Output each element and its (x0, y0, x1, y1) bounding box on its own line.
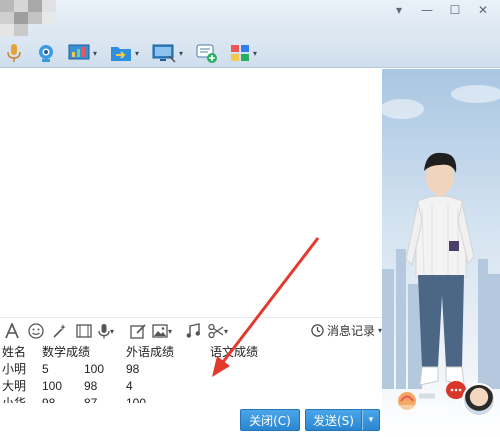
chat-add-icon (196, 44, 217, 63)
font-icon (5, 323, 19, 339)
format-toolbar: ▾ ▾ ▾ 消息记录 ▾ (0, 317, 382, 343)
window-dropdown-button[interactable]: ▾ (390, 2, 408, 18)
table-cell: 大明 (2, 379, 27, 393)
table-row: 小明 5 100 98 (0, 360, 290, 377)
table-cell: 98 87 (42, 394, 126, 404)
message-history-area[interactable] (0, 69, 382, 317)
table-header-row: 姓名 数学成绩 外语成绩 语文成绩 (0, 343, 290, 360)
font-button[interactable] (5, 321, 19, 341)
typing-dots (450, 388, 462, 392)
self-avatar[interactable] (462, 383, 496, 417)
minimize-button[interactable]: — (418, 2, 436, 18)
header-cell: 数学成绩 (42, 345, 91, 359)
screen-share-dropdown-icon[interactable]: ▾ (93, 49, 97, 58)
screenshot-button[interactable]: ▾ (208, 321, 228, 341)
apps-button[interactable]: ▾ (230, 42, 257, 64)
message-history-button[interactable]: 消息记录 ▾ (311, 322, 382, 339)
table-cell: 5 100 (42, 360, 126, 377)
video-clip-button[interactable] (76, 321, 92, 341)
emoji-icon (28, 323, 44, 339)
contact-show-panel (382, 69, 500, 437)
scissors-icon (208, 323, 224, 339)
table-row: 大明 100 98 4 (0, 377, 290, 394)
close-chat-button[interactable]: 关闭(C) (240, 409, 300, 431)
screen-share-button[interactable]: ▾ (68, 42, 97, 64)
voice-message-button[interactable]: ▾ (98, 321, 114, 341)
apps-dropdown-icon[interactable]: ▾ (253, 49, 257, 58)
apps-icon (231, 45, 249, 61)
table-cell: 小华 (2, 396, 27, 403)
close-window-button[interactable]: ✕ (474, 2, 492, 18)
message-history-dropdown-icon: ▾ (378, 326, 383, 335)
file-transfer-dropdown-icon[interactable]: ▾ (135, 49, 139, 58)
table-cell (210, 394, 290, 403)
chat-toolbar: ▾ ▾ ▾ ▾ (0, 38, 500, 68)
table-cell: 100 (42, 378, 63, 393)
magic-expression-button[interactable] (52, 321, 68, 341)
file-transfer-button[interactable]: ▾ (110, 42, 139, 64)
send-options-dropdown[interactable]: ▾ (362, 409, 380, 431)
table-cell: 100 (84, 361, 105, 376)
image-icon (152, 324, 168, 338)
remote-desktop-icon (152, 44, 176, 63)
character-illustration (382, 85, 500, 389)
video-call-button[interactable] (36, 42, 56, 64)
table-row: 小华 98 87 100 (0, 394, 290, 404)
table-cell: 87 (84, 395, 98, 404)
table-cell: 小明 (2, 362, 27, 376)
folder-transfer-icon (111, 47, 131, 61)
table-cell (210, 360, 290, 377)
microphone-icon (7, 44, 21, 62)
header-cell: 姓名 (2, 345, 27, 359)
music-button[interactable] (186, 321, 200, 341)
send-image-button[interactable]: ▾ (152, 321, 172, 341)
table-cell: 5 (42, 361, 49, 376)
remote-desktop-button[interactable]: ▾ (152, 42, 183, 64)
send-image-dropdown-icon[interactable]: ▾ (168, 327, 172, 336)
title-bar: ▾ — ☐ ✕ (0, 0, 500, 38)
voice-message-icon (98, 324, 110, 339)
send-button[interactable]: 发送(S) (305, 409, 362, 431)
clock-icon (311, 324, 324, 337)
table-cell: 98 (84, 378, 98, 393)
voice-message-dropdown-icon[interactable]: ▾ (110, 327, 114, 336)
remote-desktop-dropdown-icon[interactable]: ▾ (179, 49, 183, 58)
table-cell: 98 (42, 395, 56, 404)
webcam-icon (39, 45, 53, 62)
table-cell: 98 (126, 361, 140, 376)
table-cell: 100 (126, 395, 147, 404)
header-cell: 语文成绩 (210, 345, 259, 359)
music-icon (186, 323, 200, 338)
magic-icon (53, 324, 66, 338)
message-input-area[interactable]: 姓名 数学成绩 外语成绩 语文成绩 小明 5 100 98 大明 100 98 4 … (0, 343, 382, 403)
create-group-chat-button[interactable] (196, 42, 218, 64)
action-bar: 关闭(C) 发送(S) ▾ (0, 403, 382, 437)
voice-call-button[interactable] (6, 42, 22, 64)
pasted-grade-table: 姓名 数学成绩 外语成绩 语文成绩 小明 5 100 98 大明 100 98 4 … (0, 343, 290, 403)
maximize-button[interactable]: ☐ (446, 2, 464, 18)
table-cell: 100 98 (42, 377, 126, 394)
edit-icon (130, 324, 146, 339)
emoji-button[interactable] (28, 321, 44, 341)
edit-button[interactable] (130, 321, 146, 341)
header-cell: 外语成绩 (126, 345, 175, 359)
video-clip-icon (76, 324, 92, 338)
screen-share-icon (68, 44, 90, 60)
contact-avatar-blurred (0, 0, 64, 36)
message-history-label: 消息记录 (327, 324, 376, 338)
table-cell (210, 377, 290, 394)
table-cell: 4 (126, 378, 133, 393)
screenshot-dropdown-icon[interactable]: ▾ (224, 327, 228, 336)
